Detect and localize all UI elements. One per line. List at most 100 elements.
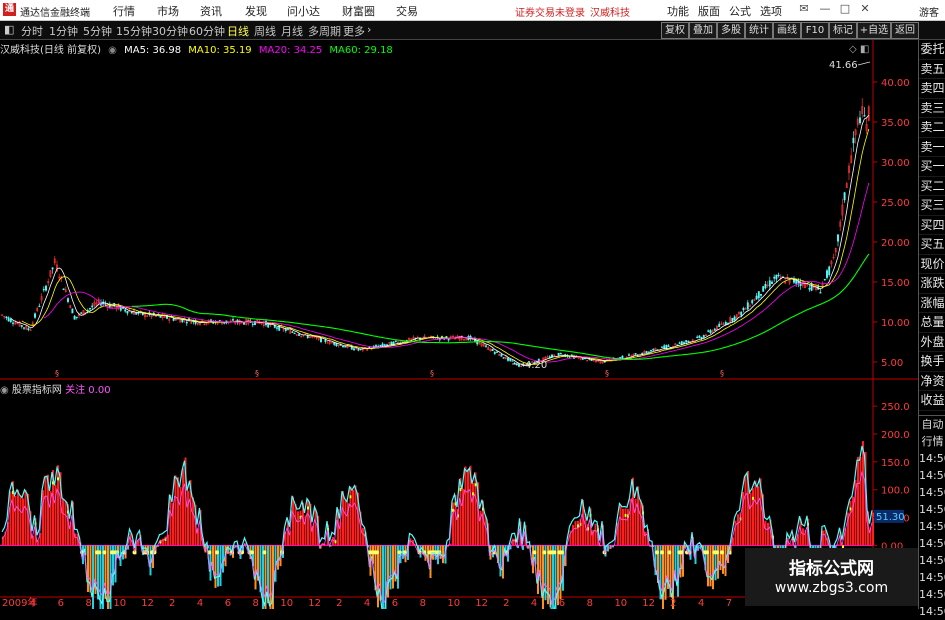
indicator-bar-down (680, 545, 682, 577)
time-axis-label: 12 (308, 598, 321, 609)
kline-chart[interactable]: 40.0035.0030.0025.0020.0015.0010.005.004… (0, 0, 918, 609)
indicator-bar-up (15, 496, 17, 545)
time-axis-label: 8 (420, 598, 426, 609)
indicator-cap (752, 497, 754, 500)
candle-body (496, 352, 497, 353)
candle-body (820, 292, 821, 293)
quote-field-14: 总量 (919, 313, 945, 333)
indicator-dot (655, 550, 659, 554)
candle-body (683, 342, 684, 343)
candle-body (661, 347, 662, 348)
candle-body (745, 309, 746, 310)
candle-body (492, 349, 493, 351)
indicator-bar-down (662, 545, 664, 609)
candle-body (697, 337, 698, 338)
candle-body (160, 316, 161, 317)
indicator-bar-up (622, 509, 624, 546)
indicator-dot (715, 550, 719, 554)
candle-body (34, 314, 35, 318)
indicator-bar-down (150, 545, 152, 575)
indicator-dot (263, 550, 267, 554)
candle-body (699, 336, 700, 338)
indicator-bar-up (62, 499, 64, 546)
candle-body (386, 345, 387, 346)
candle-body (714, 329, 715, 330)
indicator-bar-down (107, 545, 109, 609)
settings-icon[interactable]: ◉ (108, 45, 117, 56)
indicator-bar-up (755, 481, 757, 546)
indicator-axis-label: 100.0 (881, 486, 910, 497)
indicator-bar-up (512, 539, 514, 546)
tick-time-5: 14:50 (919, 501, 945, 518)
candle-body (43, 289, 44, 290)
indicator-bar-up (465, 466, 467, 545)
quote-field-17: 净资 (919, 372, 945, 392)
candle-body (826, 271, 827, 278)
stock-label: 汉威科技(日线 前复权) (0, 45, 101, 56)
indicator-bar-down (537, 545, 539, 594)
indicator-bar-up (822, 531, 824, 546)
candle-body (758, 291, 759, 297)
indicator-badge-value: 51.30 (876, 512, 905, 523)
candle-body (664, 346, 665, 348)
indicator-bar-up (745, 475, 747, 545)
candle-body (21, 325, 22, 326)
candle-body (719, 324, 720, 327)
indicator-bar-up (620, 505, 622, 545)
candle-body (809, 288, 810, 289)
tick-time-11: 14:50 (919, 603, 945, 620)
time-axis-label: 12 (475, 598, 488, 609)
indicator-dot (705, 550, 709, 554)
candle-body (853, 138, 854, 143)
candle-body (837, 235, 838, 241)
indicator-dot (98, 550, 102, 554)
indicator-bar-up (750, 493, 752, 546)
time-axis-label: 6 (225, 598, 231, 609)
site-watermark: 指标公式网 www.zbgs3.com (745, 548, 918, 606)
candle-body (28, 329, 29, 330)
candle-body (622, 356, 623, 359)
indicator-settings-icon[interactable]: ◉ (0, 385, 9, 396)
candle-body (494, 352, 495, 353)
candle-body (136, 313, 137, 315)
indicator-bar-up (170, 495, 172, 545)
candle-body (382, 344, 383, 346)
watermark-url: www.zbgs3.com (745, 580, 918, 596)
candle-body (39, 306, 40, 307)
candle-body (8, 318, 9, 321)
indicator-bar-up (757, 486, 759, 545)
indicator-bar-down (542, 545, 544, 609)
quote-field-7: 买二 (919, 177, 945, 197)
candle-body (734, 317, 735, 320)
indicator-dot (533, 550, 537, 554)
indicator-bar-up (297, 511, 299, 545)
guest-label[interactable]: 游客 (919, 4, 939, 19)
indicator-bar-up (17, 490, 19, 546)
indicator-bar-up (45, 476, 47, 546)
ma5-label: MA5: 36.98 (124, 45, 181, 56)
candle-body (686, 340, 687, 342)
indicator-bar-down (87, 545, 89, 592)
indicator-cap (307, 506, 309, 509)
candle-body (74, 316, 75, 319)
low-price-label: 4.20 (525, 360, 547, 371)
indicator-cap (460, 488, 462, 491)
candle-body (127, 311, 128, 313)
candle-body (232, 319, 233, 320)
time-axis-label: 10 (447, 598, 460, 609)
indicator-bar-up (177, 477, 179, 545)
candle-body (708, 331, 709, 332)
candle-body (653, 349, 654, 350)
candle-body (501, 355, 502, 357)
indicator-bar-up (362, 528, 364, 546)
indicator-bar-up (20, 495, 22, 545)
candle-body (635, 353, 636, 354)
quote-field-3: 卖三 (919, 99, 945, 119)
candle-body (741, 312, 742, 315)
quote-field-18: 收益 (919, 391, 945, 411)
candle-body (681, 342, 682, 345)
indicator-bar-down (227, 545, 229, 553)
indicator-bar-up (187, 491, 189, 546)
indicator-focus: 关注 (65, 385, 85, 396)
indicator-dot (660, 550, 664, 554)
